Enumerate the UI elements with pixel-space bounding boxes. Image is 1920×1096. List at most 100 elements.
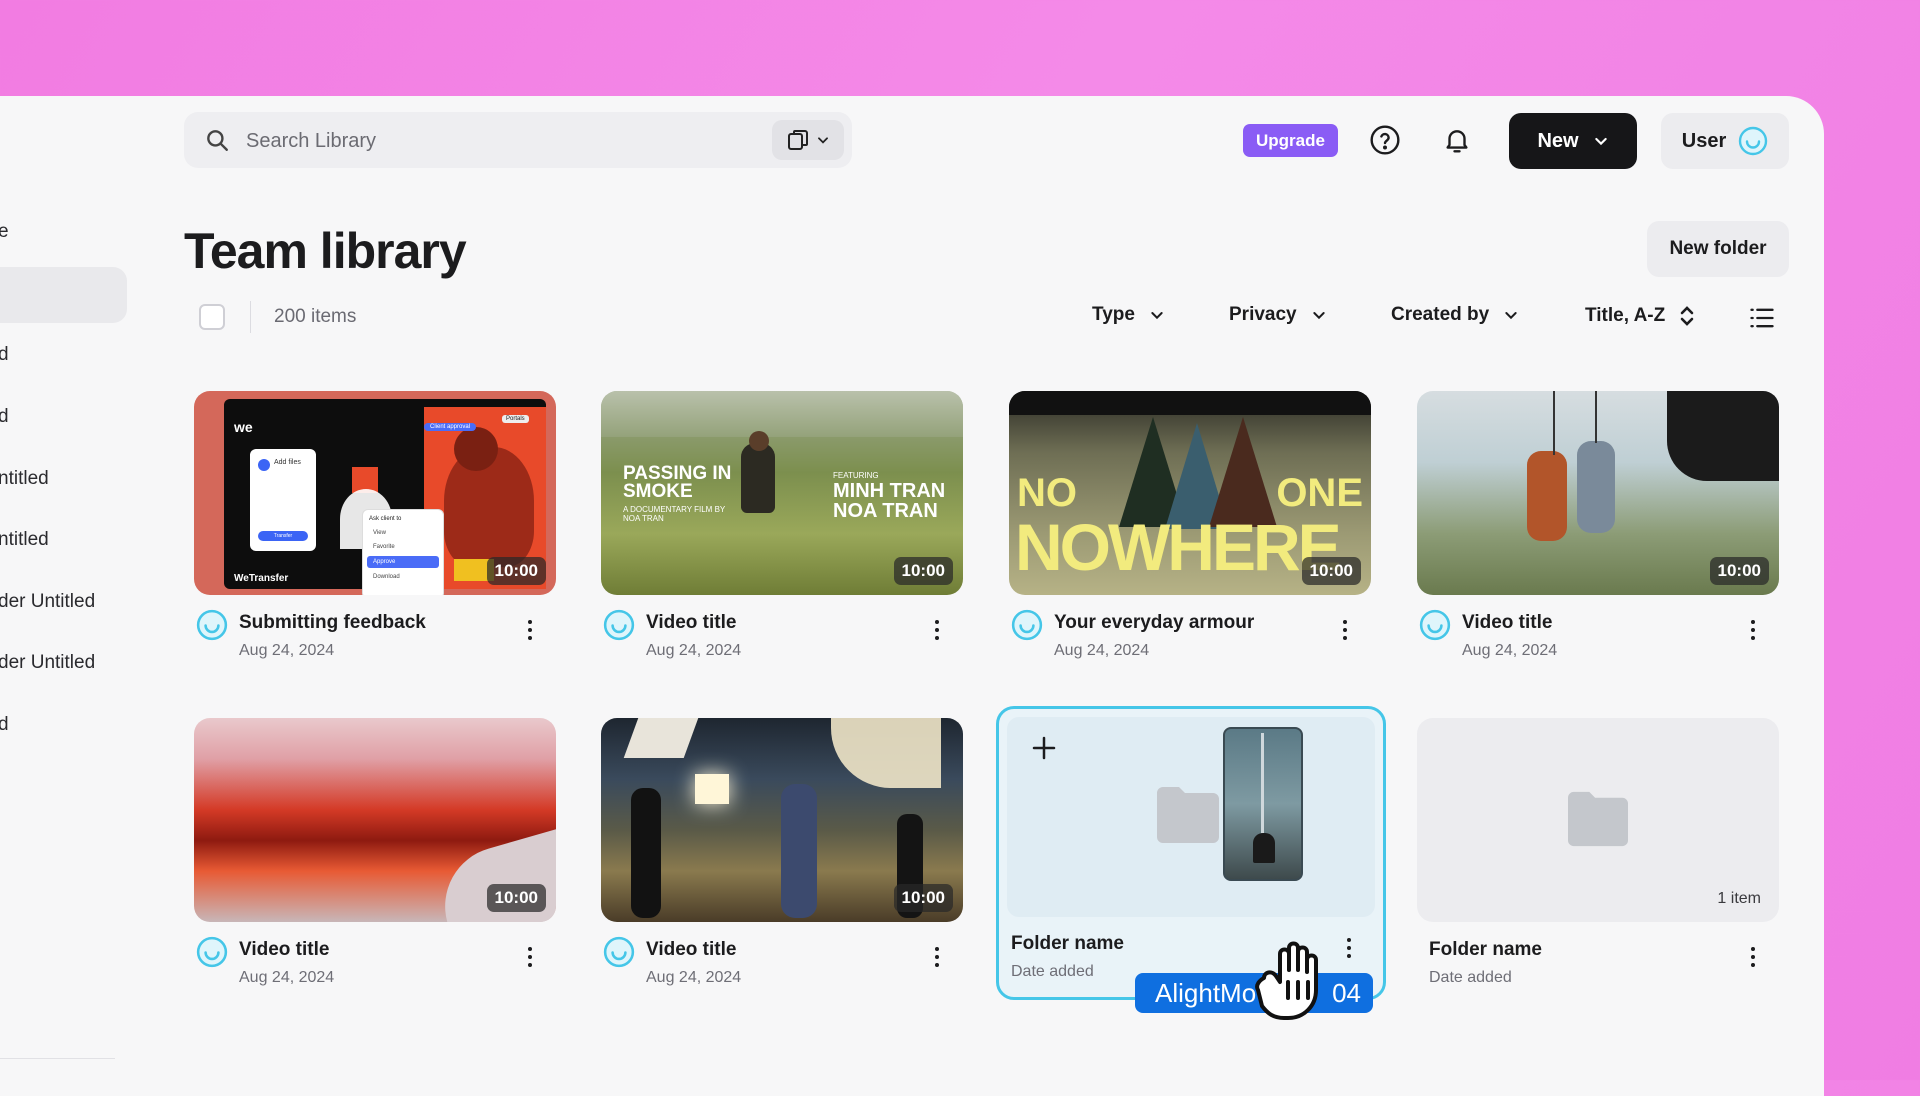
more-options-button[interactable] <box>927 615 947 645</box>
copy-icon <box>788 130 808 150</box>
folder-title[interactable]: Folder name <box>1011 933 1124 955</box>
video-thumbnail[interactable]: NO ONE NOWHERE 10:00 <box>1009 391 1371 595</box>
folder-card[interactable]: 1 item Folder name Date added <box>1417 718 1779 998</box>
sidebar-item-4[interactable]: d <box>0 406 9 428</box>
camera-rig <box>1667 391 1779 481</box>
avatar-icon <box>603 609 635 641</box>
sidebar-item-6[interactable]: ntitled <box>0 529 49 551</box>
page-title: Team library <box>184 223 467 279</box>
video-title[interactable]: Submitting feedback <box>239 612 426 634</box>
video-duration: 10:00 <box>893 557 953 585</box>
app-window: e d d ntitled ntitled der Untitled der U… <box>0 96 1824 1096</box>
sidebar-item-9[interactable]: d <box>0 714 9 736</box>
sidebar-divider <box>0 1058 115 1059</box>
kebab-icon <box>528 947 532 951</box>
plus-icon <box>1032 736 1056 760</box>
folder-item-count: 1 item <box>1717 890 1761 907</box>
list-view-toggle[interactable] <box>1748 304 1776 337</box>
video-card[interactable]: 10:00 Video title Aug 24, 2024 <box>601 718 963 998</box>
video-title[interactable]: Video title <box>239 939 329 961</box>
video-thumbnail[interactable]: 10:00 <box>194 718 556 922</box>
folder-date: Date added <box>1429 969 1512 986</box>
video-card[interactable]: we WeTransfer Add files Transfer Client … <box>194 391 556 671</box>
kebab-icon <box>935 620 939 624</box>
privacy-filter[interactable]: Privacy <box>1229 304 1327 326</box>
folder-thumbnail[interactable]: 1 item <box>1417 718 1779 922</box>
select-all-checkbox[interactable] <box>199 304 225 330</box>
wetransfer-brand: WeTransfer <box>234 573 289 584</box>
video-card[interactable]: NO ONE NOWHERE 10:00 Your everyday armou… <box>1009 391 1371 671</box>
video-thumbnail[interactable]: 10:00 <box>1417 391 1779 595</box>
folder-date: Date added <box>1011 963 1094 980</box>
help-button[interactable] <box>1366 121 1404 159</box>
panel-light <box>695 774 729 804</box>
avatar-icon <box>1739 126 1768 156</box>
camera-operator-figure <box>781 784 817 918</box>
video-thumbnail[interactable]: we WeTransfer Add files Transfer Client … <box>194 391 556 595</box>
poster-word-no: NO <box>1017 471 1077 515</box>
user-menu-button[interactable]: User <box>1661 113 1789 169</box>
sort-icon <box>1680 306 1694 326</box>
more-options-button[interactable] <box>927 942 947 972</box>
video-card[interactable]: PASSING IN SMOKE A DOCUMENTARY FILM BY N… <box>601 391 963 671</box>
kebab-icon <box>1751 620 1755 624</box>
search-input[interactable] <box>244 120 748 162</box>
upgrade-button[interactable]: Upgrade <box>1243 124 1338 157</box>
sidebar-item-3[interactable]: d <box>0 344 9 366</box>
climber-figure <box>1527 451 1567 541</box>
video-title[interactable]: Video title <box>1462 612 1552 634</box>
video-title[interactable]: Video title <box>646 612 736 634</box>
crew-figure <box>631 788 661 918</box>
folder-title[interactable]: Folder name <box>1429 939 1542 961</box>
type-filter[interactable]: Type <box>1092 304 1165 326</box>
more-options-button[interactable] <box>1743 615 1763 645</box>
created-by-filter[interactable]: Created by <box>1391 304 1519 326</box>
sort-dropdown[interactable]: Title, A-Z <box>1585 304 1695 328</box>
runner-figure <box>741 443 775 513</box>
sidebar-item-7[interactable]: der Untitled <box>0 591 95 613</box>
sidebar-item-1[interactable]: e <box>0 221 9 243</box>
video-card[interactable]: 10:00 Video title Aug 24, 2024 <box>194 718 556 998</box>
we-logo: we <box>234 419 253 435</box>
dragged-video-preview <box>1223 727 1303 881</box>
notifications-button[interactable] <box>1438 121 1476 159</box>
search-scope-dropdown[interactable] <box>772 120 844 160</box>
more-options-button[interactable] <box>1339 933 1359 963</box>
client-approval-badge: Client approval <box>424 423 477 431</box>
video-duration: 10:00 <box>486 557 546 585</box>
video-thumbnail[interactable]: 10:00 <box>601 718 963 922</box>
video-title[interactable]: Your everyday armour <box>1054 612 1254 634</box>
sidebar-item-5[interactable]: ntitled <box>0 468 49 490</box>
more-options-button[interactable] <box>1743 942 1763 972</box>
type-filter-label: Type <box>1092 304 1135 325</box>
video-date: Aug 24, 2024 <box>646 969 742 986</box>
more-options-button[interactable] <box>1335 615 1355 645</box>
poster-featuring: FEATURING <box>833 471 879 480</box>
list-icon <box>1750 308 1774 328</box>
video-title[interactable]: Video title <box>646 939 736 961</box>
new-button[interactable]: New <box>1509 113 1637 169</box>
chevron-down-icon <box>818 137 828 144</box>
video-card[interactable]: 10:00 Video title Aug 24, 2024 <box>1417 391 1779 671</box>
kebab-icon <box>935 947 939 951</box>
portals-badge: Portals <box>502 415 529 423</box>
grab-hand-cursor-icon <box>1255 941 1318 1020</box>
transfer-label: Transfer <box>258 531 308 541</box>
item-count: 200 items <box>274 306 357 327</box>
poster-subtitle: A DOCUMENTARY FILM BY NOA TRAN <box>623 505 726 523</box>
avatar-icon <box>1011 609 1043 641</box>
folder-icon <box>1157 787 1219 843</box>
avatar-icon <box>196 609 228 641</box>
more-options-button[interactable] <box>520 615 540 645</box>
video-date: Aug 24, 2024 <box>646 642 742 659</box>
video-date: Aug 24, 2024 <box>239 642 335 659</box>
sidebar-item-active[interactable] <box>0 267 127 323</box>
sidebar-item-8[interactable]: der Untitled <box>0 652 95 674</box>
video-thumbnail[interactable]: PASSING IN SMOKE A DOCUMENTARY FILM BY N… <box>601 391 963 595</box>
folder-thumbnail[interactable] <box>1007 717 1375 917</box>
video-duration: 10:00 <box>1301 557 1361 585</box>
help-icon <box>1370 125 1400 155</box>
chevron-down-icon <box>1312 312 1325 320</box>
new-folder-button[interactable]: New folder <box>1647 221 1789 277</box>
more-options-button[interactable] <box>520 942 540 972</box>
